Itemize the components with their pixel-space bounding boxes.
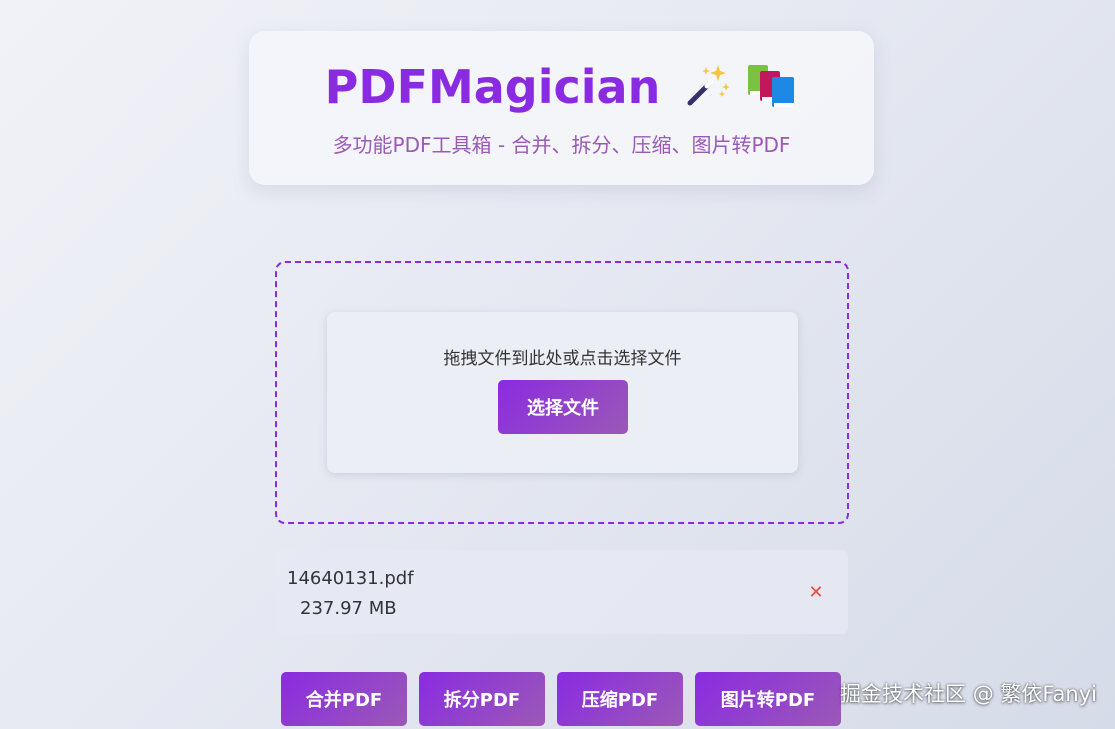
title-emojis [684,61,798,113]
file-drop-zone[interactable]: 拖拽文件到此处或点击选择文件 选择文件 [275,261,849,524]
drop-inner-panel[interactable]: 拖拽文件到此处或点击选择文件 选择文件 [327,312,798,473]
split-pdf-button[interactable]: 拆分PDF [419,672,545,726]
drop-prompt: 拖拽文件到此处或点击选择文件 [443,349,682,369]
merge-pdf-button[interactable]: 合并PDF [281,672,407,726]
remove-file-icon[interactable]: ✕ [807,583,825,601]
books-icon [746,61,798,113]
file-size: 237.97 MB [300,598,397,619]
action-bar: 合并PDF 拆分PDF 压缩PDF 图片转PDF [281,672,841,726]
choose-file-button[interactable]: 选择文件 [498,380,628,434]
watermark: 掘金技术社区 @ 繁依Fanyi [840,682,1097,706]
subtitle: 多功能PDF工具箱 - 合并、拆分、压缩、图片转PDF [332,133,791,157]
file-list-item: 14640131.pdf 237.97 MB ✕ [275,550,848,634]
title-row: PDFMagician [249,60,874,114]
file-name: 14640131.pdf [287,568,414,589]
app-title: PDFMagician [324,60,661,114]
image-to-pdf-button[interactable]: 图片转PDF [695,672,841,726]
compress-pdf-button[interactable]: 压缩PDF [557,672,683,726]
header-card: PDFMagician 多功能PDF工具箱 - 合并、拆分、压缩、图片转PDF [249,31,874,185]
magic-wand-icon [684,61,732,113]
